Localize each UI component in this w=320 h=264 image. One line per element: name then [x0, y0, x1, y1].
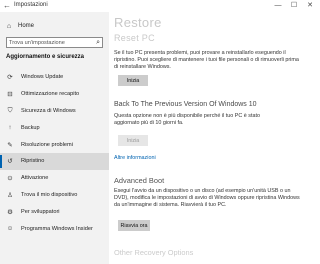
- go-back-start-button[interactable]: Inizia: [118, 135, 148, 146]
- sidebar-item-find-my-device[interactable]: ♙ Trova il mio dispositivo: [0, 187, 109, 204]
- sync-icon: ⟳: [7, 74, 13, 82]
- minimize-icon[interactable]: —: [270, 0, 286, 12]
- page-title: Restore: [114, 15, 162, 30]
- window-controls: — ☐ ✕: [270, 0, 318, 12]
- sidebar: ⌂ Home ⌕ Aggiornamento e sicurezza ⟳ Win…: [0, 12, 109, 264]
- section-title: Aggiornamento e sicurezza: [6, 54, 85, 60]
- sidebar-item-for-developers[interactable]: ⚙ Per sviluppatori: [0, 203, 109, 220]
- sidebar-item-recovery[interactable]: ↺ Ripristino: [0, 152, 109, 170]
- window-title: Impostazioni: [14, 2, 48, 8]
- go-back-description: Questa opzione non è più disponibile per…: [114, 113, 260, 127]
- reset-start-button[interactable]: Inizia: [118, 75, 148, 86]
- delivery-optimization-icon: ⊟: [7, 91, 13, 99]
- sidebar-item-troubleshoot[interactable]: ✎ Risoluzione problemi: [0, 136, 109, 153]
- sidebar-item-windows-security[interactable]: ⛉ Sicurezza di Windows: [0, 103, 109, 120]
- check-circle-icon: ⊙: [7, 175, 13, 183]
- home-icon: ⌂: [6, 22, 12, 30]
- title-bar: ← Impostazioni — ☐ ✕: [0, 0, 320, 12]
- restart-now-button[interactable]: Riavvia ora: [118, 220, 150, 231]
- sidebar-item-label: Programma Windows Insider: [21, 225, 93, 232]
- advanced-boot-description: Esegui l'avvio da un dispositivo o un di…: [114, 188, 300, 209]
- other-recovery-heading: Other Recovery Options: [114, 248, 194, 257]
- developer-icon: ⚙: [7, 208, 13, 216]
- sidebar-item-label: Ottimizzazione recapito: [21, 91, 80, 98]
- sidebar-item-label: Sicurezza di Windows: [21, 107, 76, 114]
- back-arrow-icon[interactable]: ←: [3, 1, 11, 10]
- sidebar-item-backup[interactable]: ↑ Backup: [0, 119, 109, 136]
- sidebar-item-label: Backup: [21, 124, 40, 131]
- sidebar-item-label: Windows Update: [21, 74, 64, 81]
- sidebar-nav: ⟳ Windows Update ⊟ Ottimizzazione recapi…: [0, 69, 109, 237]
- search-input[interactable]: [9, 38, 89, 47]
- reset-heading: Reset PC: [114, 33, 155, 43]
- person-location-icon: ♙: [7, 191, 13, 199]
- shield-icon: ⛉: [7, 106, 13, 114]
- advanced-boot-heading: Advanced Boot: [114, 176, 165, 185]
- sidebar-item-label: Attivazione: [21, 175, 49, 182]
- go-back-heading: Back To The Previous Version Of Windows …: [114, 101, 257, 108]
- more-info-link[interactable]: Altre informazioni: [114, 155, 156, 161]
- wrench-icon: ✎: [7, 141, 13, 149]
- search-icon[interactable]: ⌕: [96, 38, 100, 47]
- reset-description: Se il tuo PC presenta problemi, puoi pro…: [114, 50, 299, 71]
- sidebar-item-label: Ripristino: [21, 158, 45, 165]
- sidebar-item-delivery-optimization[interactable]: ⊟ Ottimizzazione recapito: [0, 86, 109, 103]
- sidebar-item-label: Per sviluppatori: [21, 208, 60, 215]
- sidebar-item-label: Trova il mio dispositivo: [21, 191, 78, 198]
- close-icon[interactable]: ✕: [302, 0, 318, 12]
- sidebar-item-label: Home: [18, 23, 35, 29]
- sidebar-item-windows-update[interactable]: ⟳ Windows Update: [0, 69, 109, 86]
- insider-icon: ☺: [6, 225, 14, 233]
- sidebar-item-activation[interactable]: ⊙ Attivazione: [0, 170, 109, 187]
- backup-arrow-icon: ↑: [8, 124, 12, 132]
- search-box[interactable]: ⌕: [6, 37, 103, 48]
- recovery-icon: ↺: [7, 158, 13, 166]
- sidebar-item-windows-insider[interactable]: ☺ Programma Windows Insider: [0, 220, 109, 237]
- sidebar-item-label: Risoluzione problemi: [21, 141, 73, 148]
- sidebar-item-home[interactable]: ⌂ Home: [4, 20, 34, 32]
- maximize-icon[interactable]: ☐: [286, 0, 302, 12]
